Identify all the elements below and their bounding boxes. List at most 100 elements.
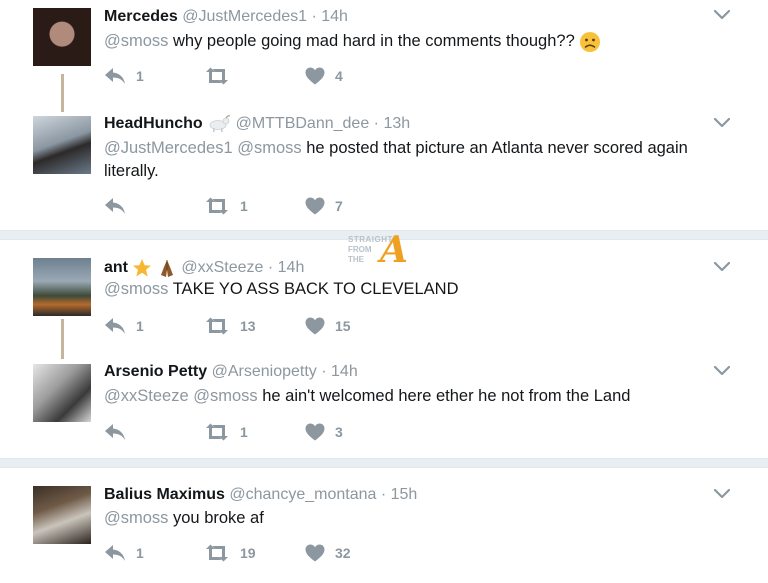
retweet-button[interactable] (204, 67, 240, 85)
timestamp[interactable]: 14h (278, 259, 305, 276)
star-emoji (133, 259, 152, 277)
mention[interactable]: @JustMercedes1 @smoss (104, 139, 302, 157)
timestamp[interactable]: 14h (321, 8, 348, 25)
reply-count: 1 (136, 545, 144, 561)
retweet-count: 19 (240, 545, 256, 561)
tweet[interactable]: Arsenio Petty @Arseniopetty · 14h @xxSte… (0, 358, 768, 458)
retweet-icon (206, 544, 228, 562)
tweet-text: @xxSteeze @smoss he ain't welcomed here … (104, 385, 724, 408)
mention[interactable]: @smoss (104, 280, 168, 298)
retweet-button[interactable]: 1 (204, 197, 248, 215)
avatar[interactable] (33, 116, 91, 174)
tweet[interactable]: Balius Maximus @chancye_montana · 15h @s… (0, 468, 768, 583)
handle[interactable]: @MTTBDann_dee (236, 115, 370, 132)
retweet-button[interactable]: 13 (204, 317, 256, 335)
reply-button[interactable]: 1 (104, 67, 144, 85)
timestamp[interactable]: 15h (391, 486, 418, 503)
reply-button[interactable]: 1 (104, 317, 144, 335)
tweet-text: @JustMercedes1 @smoss he posted that pic… (104, 137, 724, 183)
retweet-icon (206, 423, 228, 441)
reply-icon (105, 424, 125, 440)
tweet-text: @smoss you broke af (104, 507, 724, 530)
like-button[interactable]: 3 (305, 423, 343, 441)
like-button[interactable]: 4 (305, 67, 343, 85)
separator: · (267, 259, 274, 277)
retweet-count: 1 (240, 424, 248, 440)
reply-icon (105, 68, 125, 84)
tweet-text: @smoss why people going mad hard in the … (104, 30, 724, 53)
reply-count: 1 (136, 318, 144, 334)
reply-count: 1 (136, 68, 144, 84)
chevron-down-icon[interactable] (714, 262, 730, 272)
handle[interactable]: @JustMercedes1 (182, 8, 307, 25)
like-count: 7 (335, 198, 343, 214)
praying-hands-emoji (160, 260, 173, 277)
heart-icon (305, 67, 325, 85)
thread-line (61, 74, 64, 112)
tweet-actions: 1 4 (104, 67, 404, 87)
mention[interactable]: @xxSteeze @smoss (104, 387, 258, 405)
chevron-down-icon[interactable] (714, 118, 730, 128)
tweet-text-content: TAKE YO ASS BACK TO CLEVELAND (168, 280, 459, 298)
conversation-divider (0, 458, 768, 468)
handle[interactable]: @xxSteeze (181, 259, 263, 276)
heart-icon (305, 423, 325, 441)
display-name[interactable]: Arsenio Petty (104, 363, 207, 380)
avatar[interactable] (33, 486, 91, 544)
retweet-icon (206, 197, 228, 215)
like-button[interactable]: 15 (305, 317, 351, 335)
like-count: 15 (335, 318, 351, 334)
like-button[interactable]: 32 (305, 544, 351, 562)
tweet-actions: 1 19 32 (104, 544, 404, 564)
mention[interactable]: @smoss (104, 32, 168, 50)
reply-button[interactable]: 1 (104, 544, 144, 562)
reply-button[interactable] (104, 423, 136, 441)
tweet-header: HeadHuncho @MTTBDann_dee · 13h (104, 115, 410, 133)
avatar[interactable] (33, 364, 91, 422)
mention[interactable]: @smoss (104, 509, 168, 527)
tweet-text: @smoss TAKE YO ASS BACK TO CLEVELAND (104, 278, 724, 301)
chevron-down-icon[interactable] (714, 366, 730, 376)
retweet-icon (206, 317, 228, 335)
chevron-down-icon[interactable] (714, 10, 730, 20)
display-name[interactable]: Mercedes (104, 8, 178, 25)
retweet-button[interactable]: 1 (204, 423, 248, 441)
tweet-text-content: why people going mad hard in the comment… (168, 32, 575, 50)
display-name[interactable]: HeadHuncho (104, 115, 203, 132)
timestamp[interactable]: 13h (383, 115, 410, 132)
separator: · (311, 8, 317, 25)
separator: · (380, 486, 387, 503)
tweet[interactable]: Mercedes @JustMercedes1 · 14h @smoss why… (0, 0, 768, 100)
retweet-icon (206, 67, 228, 85)
avatar[interactable] (33, 258, 91, 316)
display-name[interactable]: ant (104, 259, 128, 276)
chevron-down-icon[interactable] (714, 489, 730, 499)
reply-icon (105, 318, 125, 334)
tweet-text-content: you broke af (168, 509, 264, 527)
reply-button[interactable] (104, 197, 136, 215)
display-name[interactable]: Balius Maximus (104, 486, 225, 503)
retweet-button[interactable]: 19 (204, 544, 256, 562)
tweet-header: Balius Maximus @chancye_montana · 15h (104, 486, 417, 504)
tweet[interactable]: ant @xxSteeze · 14h @smoss TAKE YO ASS B… (0, 240, 768, 350)
heart-icon (305, 317, 325, 335)
like-button[interactable]: 7 (305, 197, 343, 215)
heart-icon (305, 197, 325, 215)
like-count: 4 (335, 68, 343, 84)
handle[interactable]: @chancye_montana (229, 486, 376, 503)
like-count: 32 (335, 545, 351, 561)
heart-icon (305, 544, 325, 562)
avatar[interactable] (33, 8, 91, 66)
like-count: 3 (335, 424, 343, 440)
tweet[interactable]: HeadHuncho @MTTBDann_dee · 13h @JustMerc… (0, 110, 768, 230)
tweet-header: Arsenio Petty @Arseniopetty · 14h (104, 363, 358, 381)
retweet-count: 13 (240, 318, 256, 334)
tweet-header: ant @xxSteeze · 14h (104, 258, 304, 278)
handle[interactable]: @Arseniopetty (212, 363, 317, 380)
thread-line (61, 319, 64, 359)
tweet-actions: 1 7 (104, 197, 404, 217)
tweet-actions: 1 13 15 (104, 317, 404, 337)
timestamp[interactable]: 14h (331, 363, 358, 380)
tweet-actions: 1 3 (104, 423, 404, 443)
retweet-count: 1 (240, 198, 248, 214)
